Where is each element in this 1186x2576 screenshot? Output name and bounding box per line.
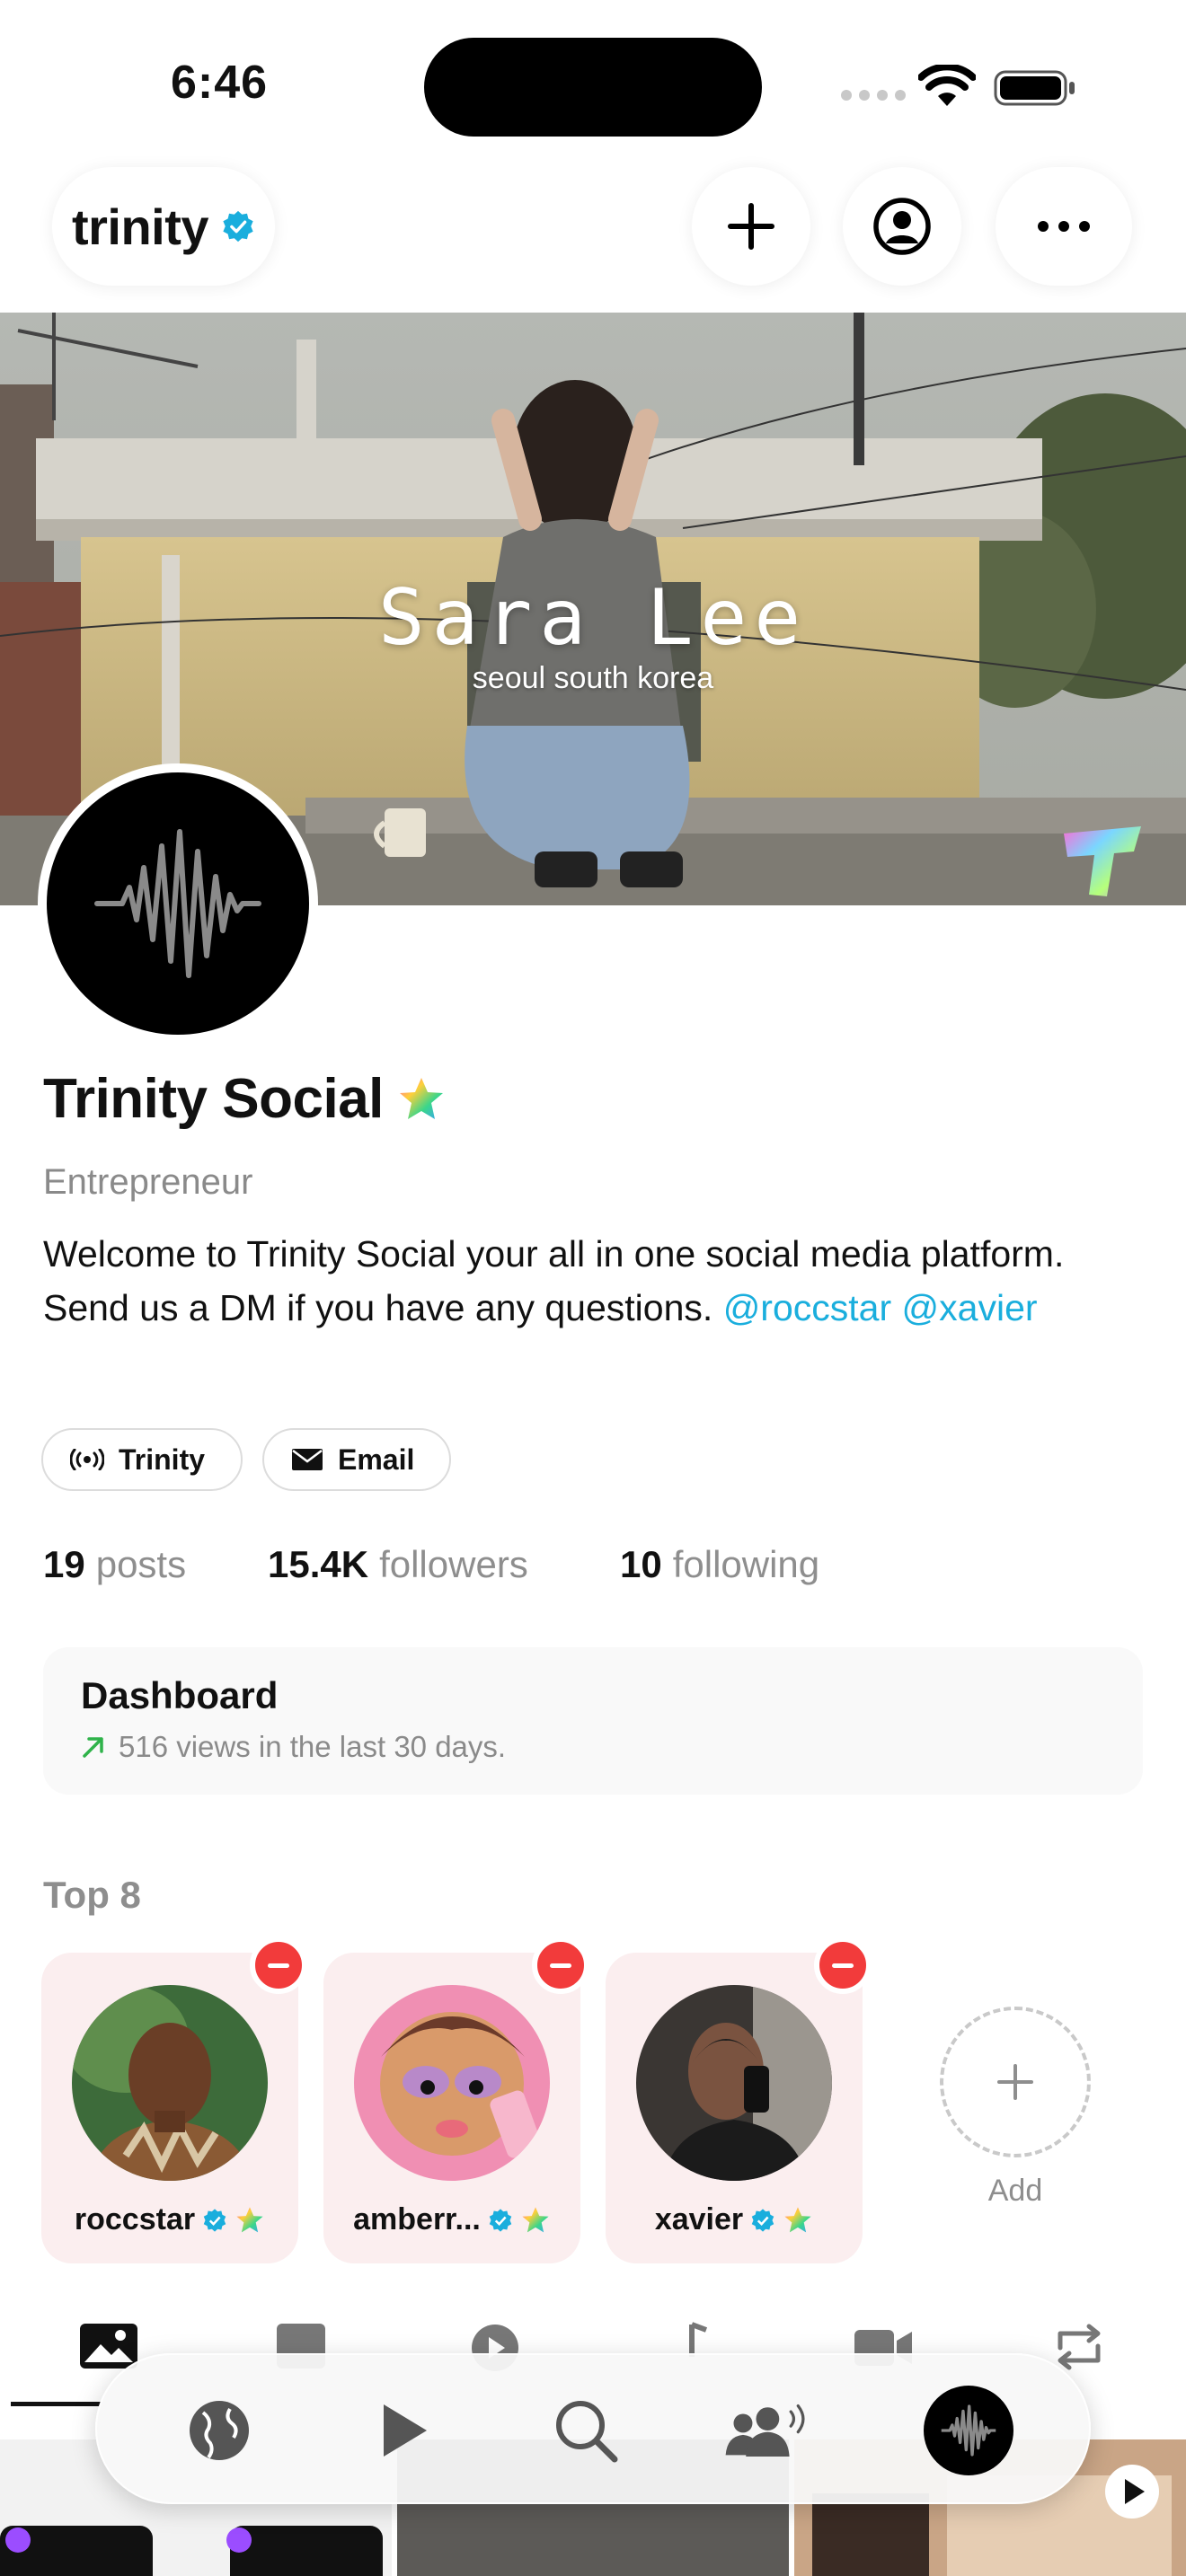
profile-waveform-icon	[941, 2404, 996, 2457]
profile-stats: 19 posts 15.4K followers 10 following	[43, 1543, 819, 1586]
active-tab-indicator	[11, 2402, 101, 2406]
profile-tab[interactable]	[924, 2386, 1013, 2475]
create-post-button[interactable]	[692, 167, 810, 286]
more-icon	[1038, 221, 1090, 232]
account-icon	[873, 198, 931, 255]
add-top8-button[interactable]	[940, 2007, 1091, 2157]
plus-icon	[728, 203, 774, 250]
minus-icon	[832, 1963, 854, 1968]
verified-badge-icon	[751, 2208, 774, 2232]
broadcast-icon	[70, 1449, 104, 1470]
repost-icon[interactable]	[1048, 2321, 1111, 2371]
waveform-icon	[94, 829, 261, 978]
followers-count: 15.4K	[268, 1543, 369, 1585]
friend-name-text: xavier	[654, 2202, 744, 2236]
plus-icon	[997, 2064, 1033, 2100]
watch-tab[interactable]	[358, 2386, 447, 2475]
profile-name: Trinity Social	[43, 1067, 447, 1131]
dashboard-subtitle: 516 views in the last 30 days.	[81, 1730, 506, 1764]
wifi-icon	[918, 65, 976, 106]
chip-label: Email	[338, 1442, 415, 1476]
following-count: 10	[620, 1543, 662, 1585]
profile-avatar[interactable]	[38, 763, 318, 1044]
remove-friend-button[interactable]	[250, 1936, 307, 1994]
rainbow-star-icon	[522, 2206, 549, 2232]
chip-label: Trinity	[119, 1442, 206, 1476]
friend-name: roccstar	[41, 2202, 298, 2237]
email-link-chip[interactable]: Email	[262, 1428, 451, 1491]
top8-friend-card[interactable]: amberr...	[323, 1936, 589, 2263]
search-tab[interactable]	[541, 2386, 631, 2475]
dashboard-views-text: 516 views in the last 30 days.	[119, 1730, 507, 1763]
trending-up-icon	[83, 1737, 103, 1758]
rainbow-star-icon	[784, 2206, 811, 2232]
trinity-link-chip[interactable]: Trinity	[41, 1428, 243, 1491]
dynamic-island	[424, 38, 762, 137]
profile-bio: Welcome to Trinity Social your all in on…	[43, 1227, 1148, 1335]
top8-title: Top 8	[43, 1874, 141, 1916]
bottom-tab-bar	[95, 2353, 1091, 2504]
profile-name-text: Trinity Social	[43, 1068, 384, 1130]
profile-role: Entrepreneur	[43, 1162, 253, 1202]
top8-friend-card[interactable]: roccstar	[41, 1936, 307, 2263]
mention-link[interactable]: @roccstar	[723, 1287, 891, 1328]
friend-name: amberr...	[323, 2202, 580, 2237]
minus-icon	[550, 1963, 571, 1968]
following-stat[interactable]: 10 following	[620, 1543, 819, 1586]
globe-icon	[190, 2401, 249, 2460]
banner-title: Sara Lee	[377, 573, 809, 663]
groups-tab[interactable]	[724, 2386, 814, 2475]
friend-avatar	[354, 1985, 550, 2181]
rainbow-star-icon	[399, 1077, 443, 1119]
remove-friend-button[interactable]	[532, 1936, 589, 1994]
add-top8-label: Add	[987, 2174, 1043, 2208]
search-icon	[556, 2401, 618, 2463]
brand-name: trinity	[71, 198, 209, 255]
top8-friend-card[interactable]: xavier	[606, 1936, 872, 2263]
explore-tab[interactable]	[174, 2386, 264, 2475]
verified-badge-icon	[223, 210, 253, 243]
posts-label: posts	[95, 1543, 187, 1585]
verified-badge-icon	[203, 2208, 226, 2232]
following-label: following	[672, 1543, 820, 1585]
followers-stat[interactable]: 15.4K followers	[268, 1543, 620, 1586]
banner-subtitle: seoul south korea	[472, 661, 714, 695]
followers-label: followers	[379, 1543, 528, 1585]
verified-badge-icon	[489, 2208, 512, 2232]
friend-name-text: roccstar	[74, 2202, 196, 2236]
account-button[interactable]	[843, 167, 961, 286]
status-bar: 6:46	[0, 0, 1186, 153]
friend-name: xavier	[606, 2202, 863, 2237]
minus-icon	[268, 1963, 289, 1968]
dashboard-title: Dashboard	[81, 1674, 279, 1716]
rainbow-star-icon	[236, 2206, 263, 2232]
friend-avatar	[72, 1985, 268, 2181]
status-time: 6:46	[171, 57, 269, 109]
friend-avatar	[636, 1985, 832, 2181]
brand-pill[interactable]: trinity	[52, 167, 275, 286]
remove-friend-button[interactable]	[814, 1936, 872, 1994]
more-options-button[interactable]	[996, 167, 1132, 286]
posts-count: 19	[43, 1543, 85, 1585]
play-icon	[384, 2404, 427, 2457]
friend-name-text: amberr...	[353, 2202, 481, 2236]
cellular-signal-icon	[841, 90, 906, 101]
posts-stat[interactable]: 19 posts	[43, 1543, 268, 1586]
mail-icon	[292, 1449, 323, 1470]
battery-icon	[994, 70, 1075, 106]
groups-icon	[725, 2404, 805, 2457]
mention-link[interactable]: @xavier	[902, 1287, 1038, 1328]
dashboard-card[interactable]: Dashboard 516 views in the last 30 days.	[43, 1647, 1143, 1795]
